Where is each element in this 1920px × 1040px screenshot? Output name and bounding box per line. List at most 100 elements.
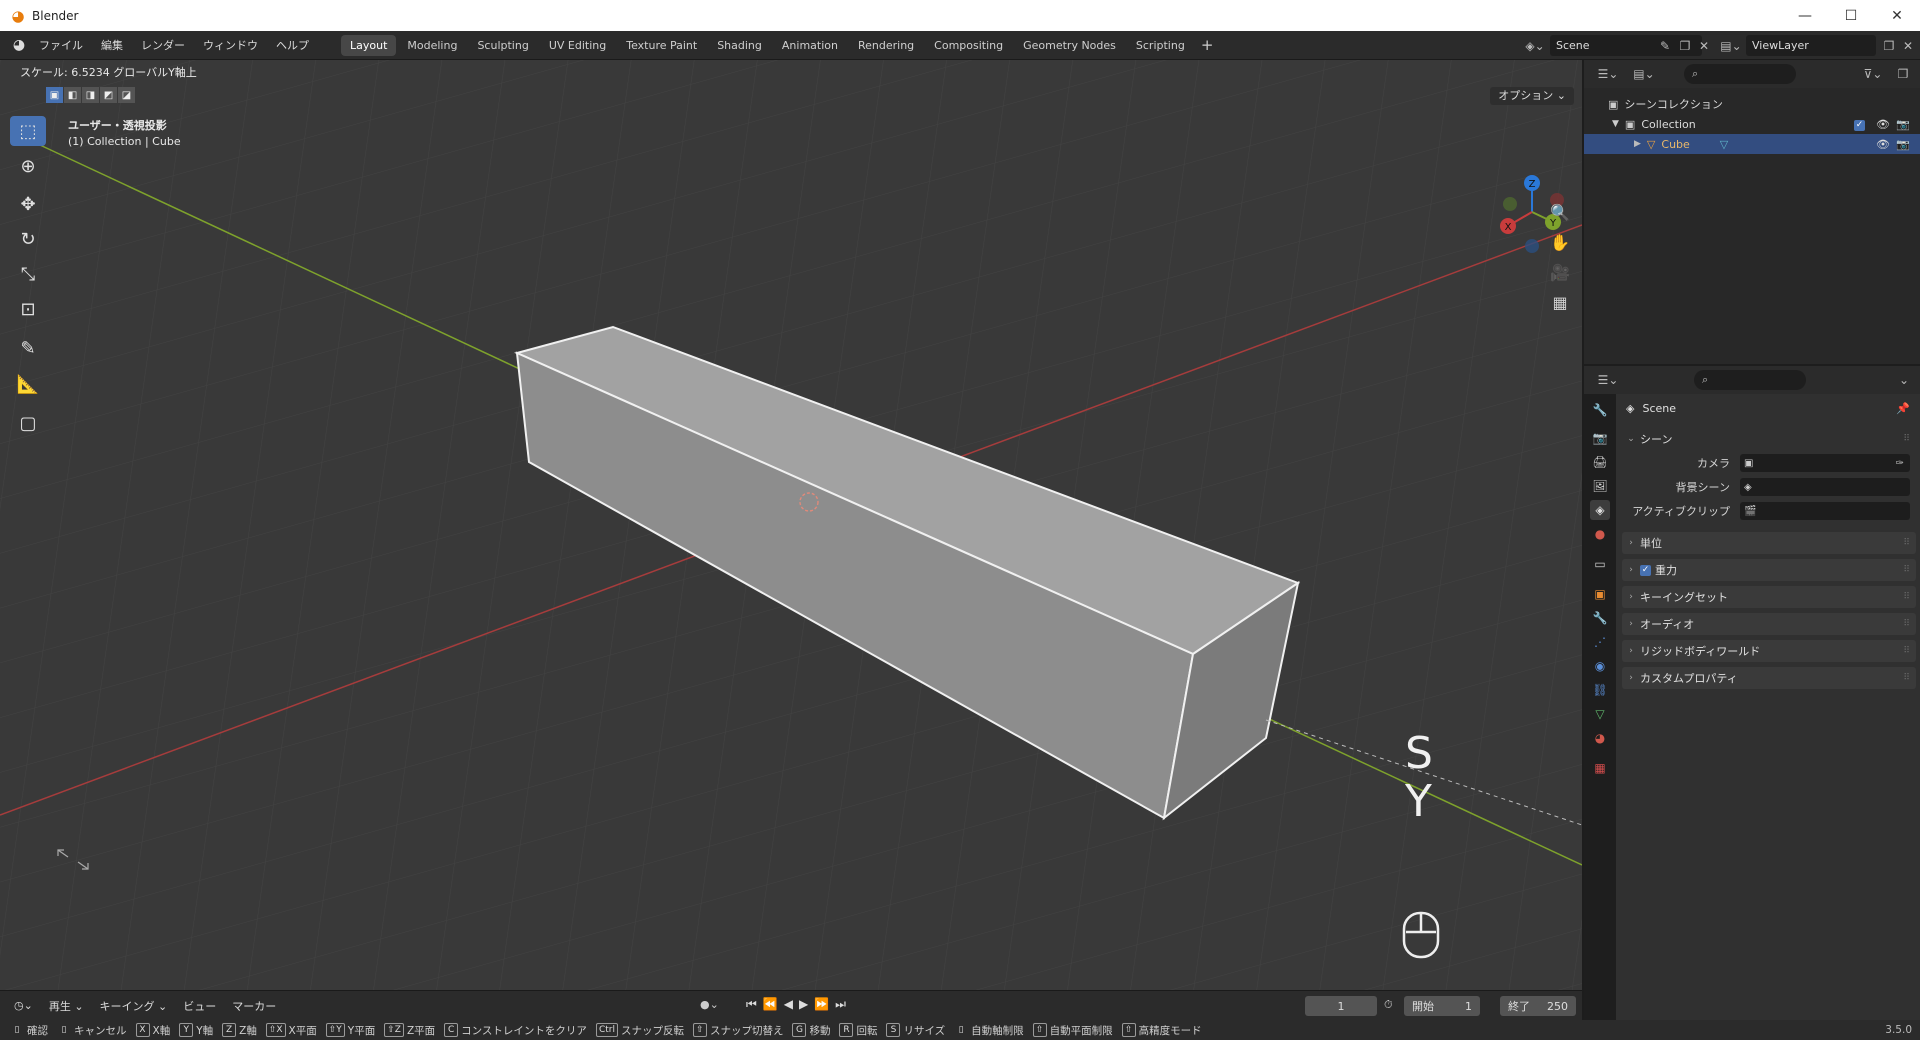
gravity-checkbox[interactable]: ✓ bbox=[1640, 564, 1651, 576]
scene-tab-icon[interactable]: ◈ bbox=[1590, 500, 1610, 520]
background-scene-field[interactable]: ◈ bbox=[1740, 478, 1910, 496]
world-tab-icon[interactable]: ● bbox=[1590, 524, 1610, 544]
modifier-tab-icon[interactable]: 🔧 bbox=[1590, 608, 1610, 628]
annotate-tool-icon[interactable]: ✎ bbox=[10, 333, 46, 363]
viewlayer-field[interactable]: ViewLayer bbox=[1746, 35, 1876, 56]
tab-texture-paint[interactable]: Texture Paint bbox=[617, 35, 706, 56]
scene-remove-icon[interactable]: ✕ bbox=[1696, 35, 1712, 56]
output-tab-icon[interactable]: 🖨 bbox=[1590, 452, 1610, 472]
audio-panel-header[interactable]: › オーディオ ⠿ bbox=[1622, 613, 1916, 635]
expand-cube-icon[interactable]: ▶ bbox=[1634, 139, 1641, 149]
scene-panel-header[interactable]: ⌄ シーン ⠿ bbox=[1622, 428, 1916, 450]
object-tab-icon[interactable]: ▣ bbox=[1590, 584, 1610, 604]
drag-handle-icon[interactable]: ⠿ bbox=[1903, 619, 1910, 629]
tab-scripting[interactable]: Scripting bbox=[1127, 35, 1194, 56]
timeline-menu-playback[interactable]: 再生 ⌄ bbox=[41, 998, 92, 1014]
viewlayer-remove-icon[interactable]: ✕ bbox=[1900, 35, 1916, 56]
timeline-menu-marker[interactable]: マーカー bbox=[224, 998, 284, 1014]
tab-layout[interactable]: Layout bbox=[341, 34, 397, 56]
ortho-toggle-icon[interactable]: ▦ bbox=[1546, 288, 1574, 316]
tab-modeling[interactable]: Modeling bbox=[398, 35, 466, 56]
keying-sets-panel-header[interactable]: › キーイングセット ⠿ bbox=[1622, 586, 1916, 608]
pin-icon[interactable]: 📌 bbox=[1896, 402, 1910, 415]
camera-view-icon[interactable]: 🎥 bbox=[1546, 258, 1574, 286]
scene-selector-icon[interactable]: ◈⌄ bbox=[1522, 35, 1548, 56]
blender-menu-icon[interactable]: ◕ bbox=[8, 34, 30, 56]
stopwatch-icon[interactable]: ⏱ bbox=[1384, 998, 1393, 1012]
units-panel-header[interactable]: › 単位 ⠿ bbox=[1622, 532, 1916, 554]
props-options-chevron-icon[interactable]: ⌄ bbox=[1894, 370, 1914, 390]
current-frame-field[interactable]: 1 bbox=[1305, 996, 1377, 1016]
cube-visibility-eye-icon[interactable]: 👁 bbox=[1876, 138, 1890, 151]
material-tab-icon[interactable]: ◕ bbox=[1590, 728, 1610, 748]
3d-viewport[interactable]: Z Y X スケール: 6.5234 グローバルY軸上 ▣ ◧ ◨ ◩ ◪ オプ… bbox=[0, 60, 1582, 990]
move-tool-icon[interactable]: ✥ bbox=[10, 189, 46, 219]
scene-pin-icon[interactable]: ✎ bbox=[1656, 35, 1674, 56]
timeline-menu-keying[interactable]: キーイング ⌄ bbox=[92, 998, 176, 1014]
outliner-search-input[interactable]: ⌕ bbox=[1684, 64, 1796, 84]
drag-handle-icon[interactable]: ⠿ bbox=[1903, 592, 1910, 602]
properties-editor-icon[interactable]: ☰⌄ bbox=[1594, 370, 1622, 390]
visibility-eye-icon[interactable]: 👁 bbox=[1876, 118, 1890, 131]
menu-file[interactable]: ファイル bbox=[30, 31, 92, 60]
cube-render-camera-icon[interactable]: 📷 bbox=[1896, 138, 1910, 151]
expand-collection-icon[interactable]: ▼ bbox=[1612, 119, 1619, 129]
menu-help[interactable]: ヘルプ bbox=[267, 31, 318, 60]
exclude-checkbox-icon[interactable]: ✓ bbox=[1854, 117, 1869, 131]
scene-new-icon[interactable]: ❐ bbox=[1676, 35, 1694, 56]
scale-tool-icon[interactable]: ⤡ bbox=[10, 259, 46, 289]
properties-search-input[interactable]: ⌕ bbox=[1694, 370, 1806, 390]
display-mode-icon[interactable]: ▤⌄ bbox=[1630, 64, 1658, 84]
outliner-row-cube[interactable]: ▶ ▽ Cube ▽ 👁 📷 bbox=[1584, 134, 1920, 154]
select-intersect-icon[interactable]: ◪ bbox=[118, 87, 135, 103]
texture-tab-icon[interactable]: ▦ bbox=[1590, 758, 1610, 778]
drag-handle-icon[interactable]: ⠿ bbox=[1903, 434, 1910, 444]
tab-shading[interactable]: Shading bbox=[708, 35, 771, 56]
constraints-tab-icon[interactable]: ⛓ bbox=[1590, 680, 1610, 700]
tab-compositing[interactable]: Compositing bbox=[925, 35, 1012, 56]
tab-geometry-nodes[interactable]: Geometry Nodes bbox=[1014, 35, 1125, 56]
viewlayer-selector-icon[interactable]: ▤⌄ bbox=[1718, 35, 1744, 56]
tab-sculpting[interactable]: Sculpting bbox=[468, 35, 537, 56]
new-collection-icon[interactable]: ❐ bbox=[1892, 64, 1914, 84]
tool-tab-icon[interactable]: 🔧 bbox=[1590, 400, 1610, 420]
close-icon[interactable]: ✕ bbox=[1874, 0, 1920, 31]
measure-tool-icon[interactable]: 📐 bbox=[10, 369, 46, 399]
start-frame-field[interactable]: 開始 1 bbox=[1404, 996, 1480, 1016]
menu-window[interactable]: ウィンドウ bbox=[194, 31, 267, 60]
outliner-row-scene-collection[interactable]: ▣ シーンコレクション bbox=[1584, 94, 1920, 114]
end-frame-field[interactable]: 終了 250 bbox=[1500, 996, 1576, 1016]
tab-animation[interactable]: Animation bbox=[773, 35, 847, 56]
record-icon[interactable]: ●⌄ bbox=[700, 998, 719, 1011]
drag-handle-icon[interactable]: ⠿ bbox=[1903, 673, 1910, 683]
physics-tab-icon[interactable]: ◉ bbox=[1590, 656, 1610, 676]
rigid-body-world-panel-header[interactable]: › リジッドボディワールド ⠿ bbox=[1622, 640, 1916, 662]
viewlayer-new-icon[interactable]: ❐ bbox=[1880, 35, 1898, 56]
zoom-icon[interactable]: 🔍 bbox=[1546, 198, 1574, 226]
select-invert-icon[interactable]: ◩ bbox=[100, 87, 117, 103]
render-tab-icon[interactable]: 📷 bbox=[1590, 428, 1610, 448]
playback-controls[interactable]: ⏮⏪◀▶⏩⏭ bbox=[746, 997, 852, 1012]
rotate-tool-icon[interactable]: ↻ bbox=[10, 224, 46, 254]
pan-hand-icon[interactable]: ✋ bbox=[1546, 228, 1574, 256]
outliner-row-collection[interactable]: ▼ ▣ Collection ✓ 👁 📷 bbox=[1584, 114, 1920, 134]
maximize-icon[interactable]: ☐ bbox=[1828, 0, 1874, 31]
active-clip-field[interactable]: 🎬 bbox=[1740, 502, 1910, 520]
minimize-icon[interactable]: — bbox=[1782, 0, 1828, 31]
mesh-data-icon[interactable]: ▽ bbox=[1720, 138, 1728, 151]
options-dropdown[interactable]: オプション ⌄ bbox=[1490, 87, 1574, 105]
editor-type-icon[interactable]: ◷⌄ bbox=[6, 999, 41, 1012]
timeline-menu-view[interactable]: ビュー bbox=[175, 998, 224, 1014]
add-cube-tool-icon[interactable]: ▢ bbox=[10, 408, 46, 438]
filter-icon[interactable]: ⊽⌄ bbox=[1858, 64, 1888, 84]
select-extend-icon[interactable]: ◧ bbox=[64, 87, 81, 103]
tab-uv-editing[interactable]: UV Editing bbox=[540, 35, 615, 56]
drag-handle-icon[interactable]: ⠿ bbox=[1903, 565, 1910, 575]
transform-tool-icon[interactable]: ⊡ bbox=[10, 294, 46, 324]
add-workspace-icon[interactable]: + bbox=[1195, 36, 1220, 54]
camera-field[interactable]: ▣ ✑ bbox=[1740, 454, 1910, 472]
drag-handle-icon[interactable]: ⠿ bbox=[1903, 646, 1910, 656]
select-box-tool-icon[interactable]: ⬚ bbox=[10, 116, 46, 146]
particles-tab-icon[interactable]: ⋰ bbox=[1590, 632, 1610, 652]
menu-edit[interactable]: 編集 bbox=[92, 31, 132, 60]
